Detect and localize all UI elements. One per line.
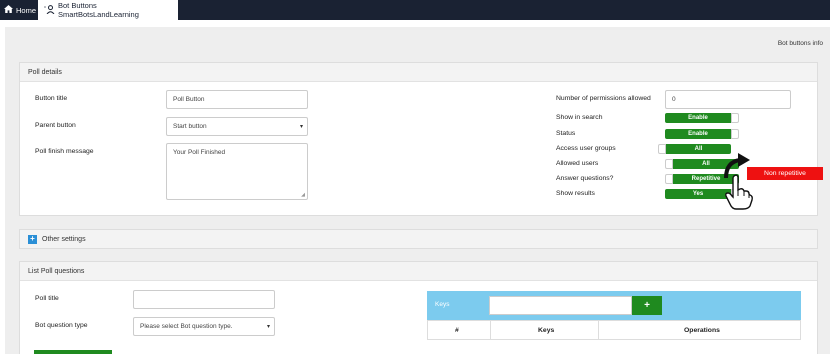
poll-title-input[interactable] xyxy=(133,290,275,309)
bot-user-icon: ° xyxy=(44,4,55,16)
parent-button-label: Parent button xyxy=(35,122,76,129)
finish-message-value: Your Poll Finished xyxy=(173,149,226,156)
question-type-value: Please select Bot question type. xyxy=(140,323,233,330)
question-type-select[interactable]: Please select Bot question type. ▾ xyxy=(133,317,275,336)
other-settings-label: Other settings xyxy=(42,235,86,243)
parent-button-value: Start button xyxy=(173,123,207,130)
poll-details-header: Poll details xyxy=(20,63,817,82)
button-title-value: Poll Button xyxy=(173,96,205,103)
toggle-knob xyxy=(658,144,666,154)
permissions-label: Number of permissions allowed xyxy=(556,95,651,102)
toggle-knob xyxy=(665,159,673,169)
finish-message-textarea[interactable]: Your Poll Finished ◢ xyxy=(166,143,308,200)
keys-input[interactable] xyxy=(489,296,632,315)
show-in-search-label: Show in search xyxy=(556,114,603,121)
toggle-knob xyxy=(731,129,739,139)
column-divider xyxy=(598,321,599,339)
status-toggle[interactable]: Enable xyxy=(665,129,739,139)
other-settings-card[interactable]: + Other settings xyxy=(19,229,818,249)
permissions-value: 0 xyxy=(672,96,676,103)
add-key-button[interactable]: + xyxy=(632,296,662,315)
keys-label: Keys xyxy=(435,301,450,308)
parent-button-select[interactable]: Start button ▾ xyxy=(166,117,308,136)
status-on: Enable xyxy=(665,129,731,139)
tab-home[interactable]: Home xyxy=(0,0,38,20)
keys-table: # Keys Operations xyxy=(427,320,801,340)
column-divider xyxy=(490,321,491,339)
tab-bot-buttons[interactable]: ° Bot Buttons SmartBotsLandLearning xyxy=(38,0,178,20)
show-results-on: Yes xyxy=(665,189,731,199)
column-header-operations: Operations xyxy=(684,327,720,334)
button-title-label: Button title xyxy=(35,95,68,102)
toggle-knob xyxy=(665,174,673,184)
column-header-keys: Keys xyxy=(538,327,555,334)
non-repetitive-callout: Non repetitive xyxy=(747,167,823,180)
top-navigation-bar: Home ° Bot Buttons SmartBotsLandLearning xyxy=(0,0,830,20)
access-groups-label: Access user groups xyxy=(556,145,616,152)
status-label: Status xyxy=(556,130,576,137)
question-type-label: Bot question type xyxy=(35,322,88,329)
list-poll-questions-header: List Poll questions xyxy=(20,262,817,281)
finish-message-label: Poll finish message xyxy=(35,148,94,155)
answer-questions-label: Answer questions? xyxy=(556,175,614,182)
toggle-knob xyxy=(731,113,739,123)
allowed-users-label: Allowed users xyxy=(556,160,599,167)
plus-square-icon: + xyxy=(28,234,37,244)
access-groups-toggle[interactable]: All xyxy=(658,144,731,154)
home-icon xyxy=(4,5,13,15)
show-in-search-on: Enable xyxy=(665,113,731,123)
permissions-input[interactable]: 0 xyxy=(665,90,791,109)
svg-text:°: ° xyxy=(44,6,46,12)
tab-home-label: Home xyxy=(16,5,37,15)
poll-title-label: Poll title xyxy=(35,295,59,302)
button-title-input[interactable]: Poll Button xyxy=(166,90,308,109)
chevron-down-icon: ▾ xyxy=(299,124,303,130)
tab-bot-buttons-label: Bot Buttons SmartBotsLandLearning xyxy=(58,1,139,19)
column-header-number: # xyxy=(455,327,459,334)
other-settings-header[interactable]: + Other settings xyxy=(20,230,817,248)
add-question-button[interactable] xyxy=(34,350,112,354)
chevron-down-icon: ▾ xyxy=(266,324,270,330)
bot-buttons-info-link[interactable]: Bot buttons info xyxy=(778,40,823,47)
show-results-label: Show results xyxy=(556,190,595,197)
resize-handle-icon: ◢ xyxy=(301,192,305,198)
show-in-search-toggle[interactable]: Enable xyxy=(665,113,739,123)
